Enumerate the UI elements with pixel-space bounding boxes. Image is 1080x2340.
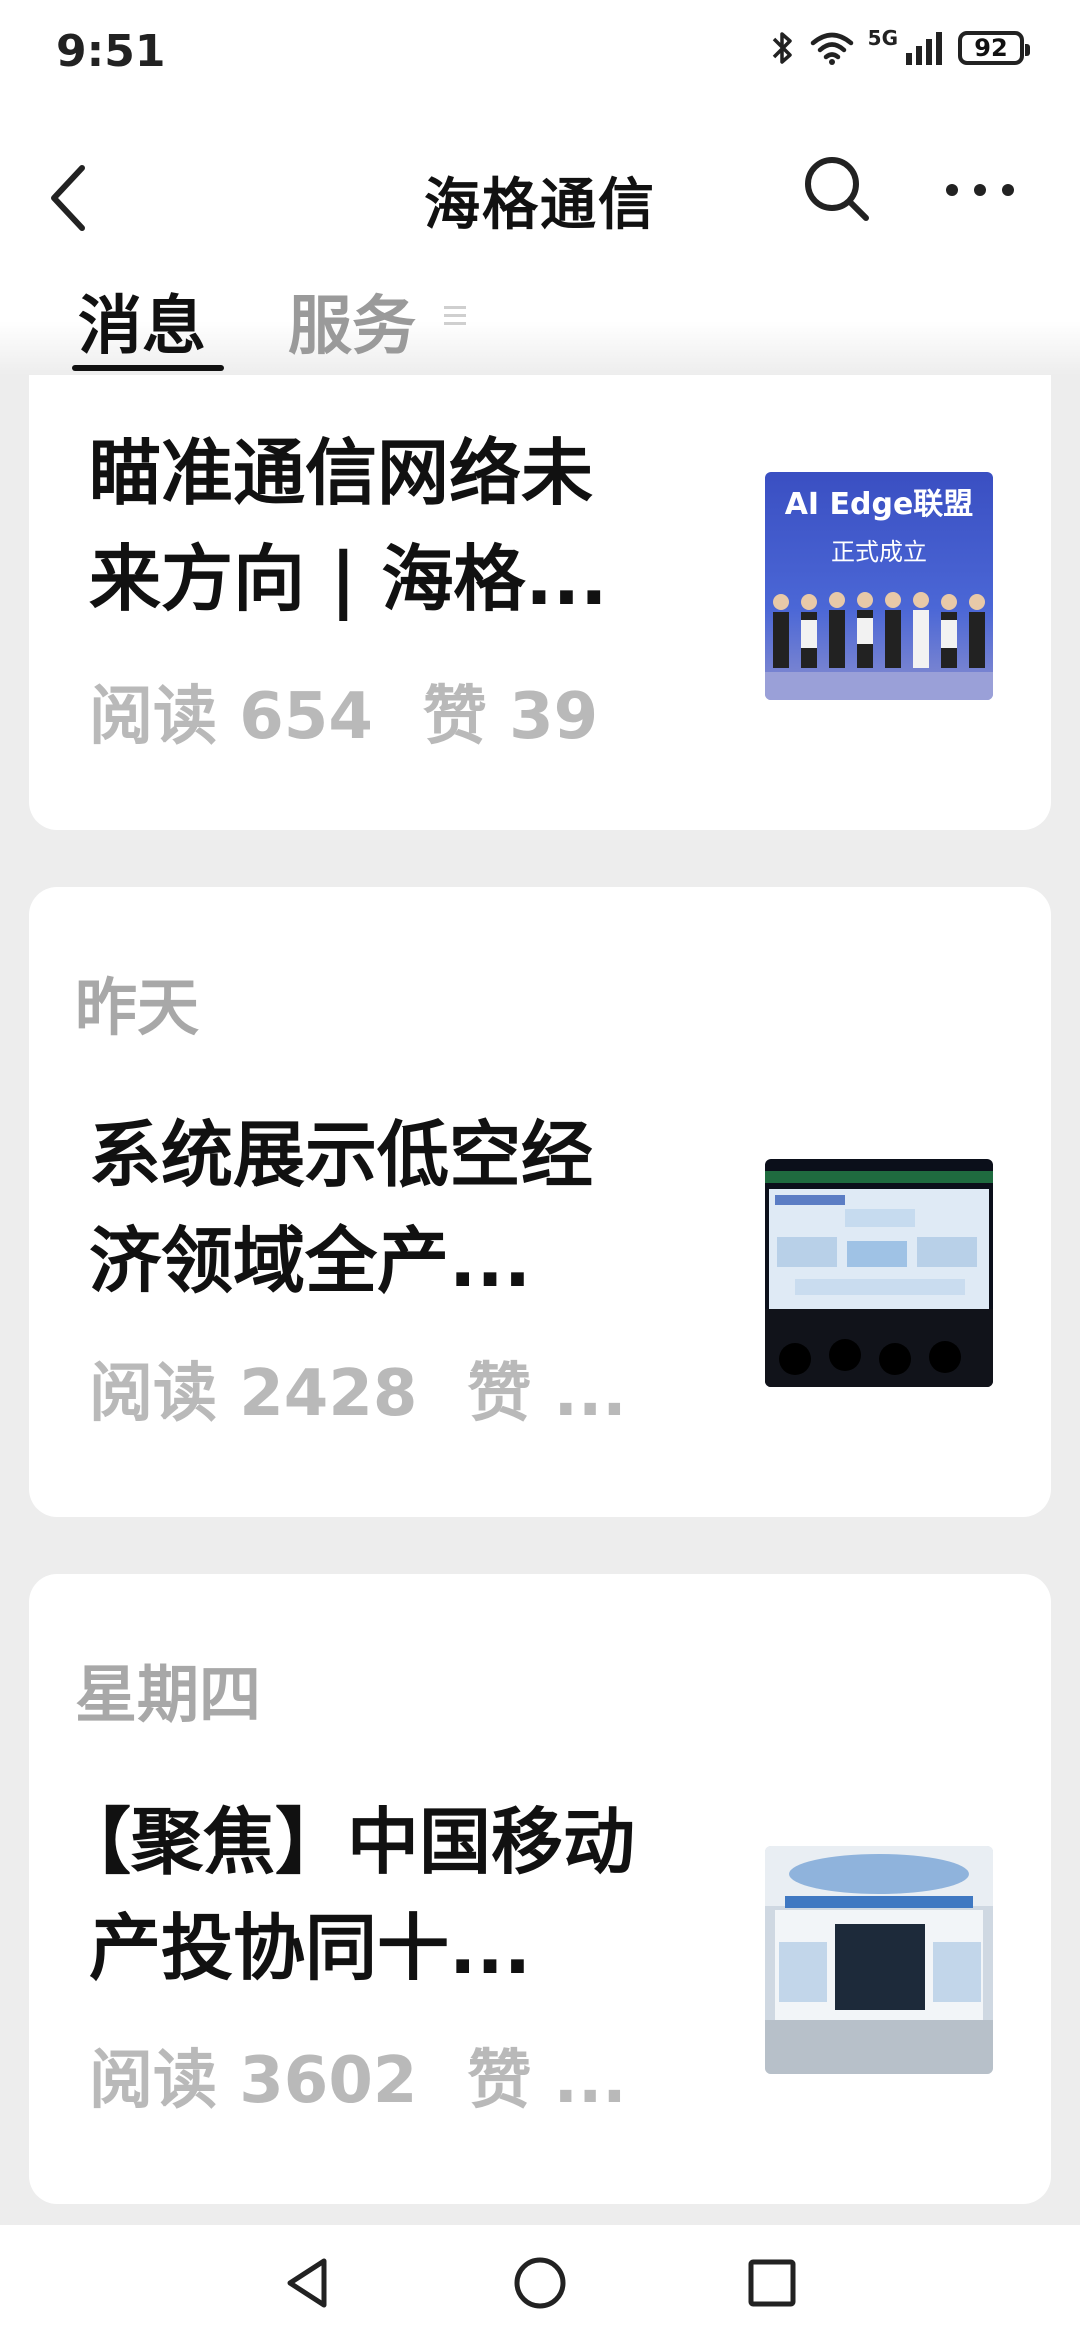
article-card[interactable]: 昨天 系统展示低空经 济领域全产... 阅读 2428 赞 ...: [29, 887, 1051, 1517]
app-header: 海格通信: [0, 110, 1080, 255]
tab-services[interactable]: 服务: [288, 275, 416, 367]
read-count: 阅读 2428: [89, 1357, 418, 1431]
menu-lines-icon: [444, 306, 466, 328]
status-bar: 9:51 5G 92: [0, 0, 1080, 110]
battery-level: 92: [974, 34, 1008, 62]
tab-messages[interactable]: 消息: [78, 275, 206, 367]
article-title[interactable]: 【聚焦】中国移动 产投协同十...: [59, 1789, 759, 2001]
bluetooth-icon: [772, 32, 792, 64]
battery-icon: 92: [958, 31, 1030, 65]
nav-back-icon[interactable]: [278, 2253, 338, 2313]
article-card[interactable]: 星期四 【聚焦】中国移动 产投协同十... 阅读 3602 赞 ...: [29, 1574, 1051, 2204]
like-count: 赞 39: [422, 680, 599, 754]
date-label: 星期四: [75, 1658, 262, 1731]
article-thumbnail[interactable]: AI Edge联盟 正式成立: [765, 472, 993, 700]
page-title: 海格通信: [424, 173, 656, 238]
status-icons: 5G 92: [770, 26, 1030, 66]
more-options-icon[interactable]: [940, 160, 1020, 220]
article-title[interactable]: 瞄准通信网络未 来方向 | 海格...: [89, 420, 749, 632]
signal-icon: [906, 32, 942, 65]
thumb-subtitle: 正式成立: [831, 538, 927, 566]
like-count: 赞 ...: [467, 2044, 627, 2118]
tab-bar: 消息 服务: [0, 255, 1080, 375]
article-stats: 阅读 2428 赞 ...: [89, 1342, 627, 1434]
article-card[interactable]: 瞄准通信网络未 来方向 | 海格... 阅读 654 赞 39 AI Edge联盟…: [29, 375, 1051, 830]
article-stats: 阅读 654 赞 39: [89, 665, 598, 757]
thumb-title: AI Edge联盟: [785, 487, 974, 522]
active-tab-indicator: [72, 365, 224, 371]
article-thumbnail[interactable]: [765, 1846, 993, 2074]
search-icon[interactable]: [800, 152, 872, 224]
read-count: 阅读 3602: [89, 2044, 418, 2118]
nav-recents-icon[interactable]: [742, 2253, 802, 2313]
wifi-icon: [810, 32, 853, 65]
date-label: 昨天: [75, 971, 200, 1044]
network-type-label: 5G: [867, 26, 898, 50]
article-thumbnail[interactable]: [765, 1159, 993, 1387]
nav-home-icon[interactable]: [510, 2253, 570, 2313]
system-nav-bar: [0, 2225, 1080, 2340]
article-title[interactable]: 系统展示低空经 济领域全产...: [89, 1102, 749, 1314]
article-stats: 阅读 3602 赞 ...: [89, 2029, 627, 2121]
like-count: 赞 ...: [467, 1357, 627, 1431]
read-count: 阅读 654: [89, 680, 373, 754]
status-time: 9:51: [56, 26, 166, 77]
